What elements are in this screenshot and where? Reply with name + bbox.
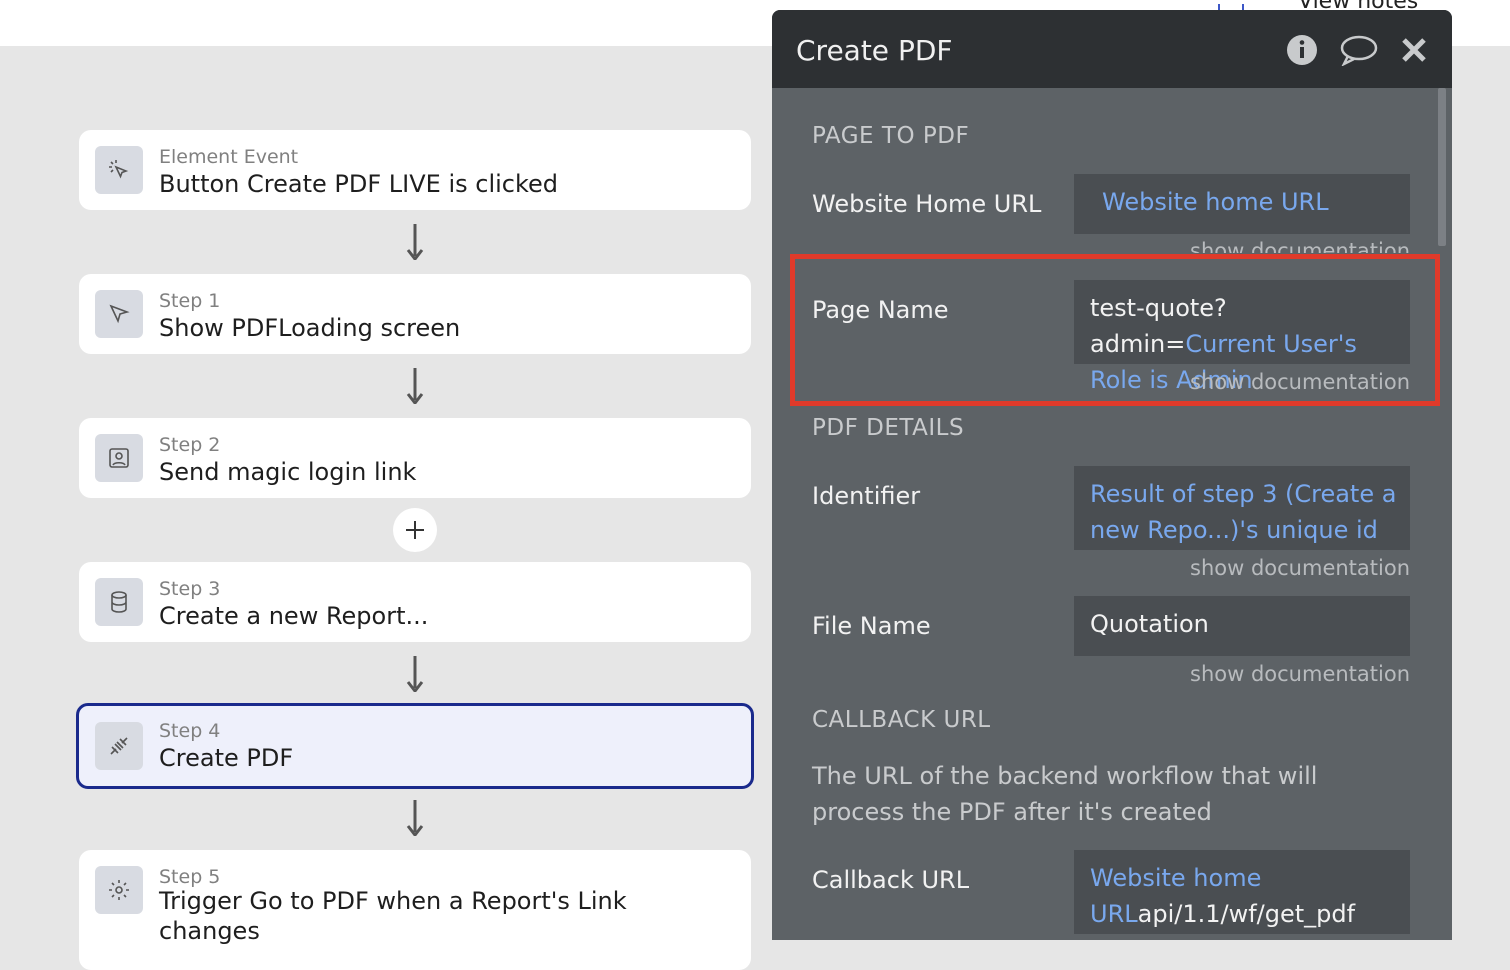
comment-icon[interactable] [1340, 34, 1378, 66]
step-title: Trigger Go to PDF when a Report's Link c… [159, 887, 627, 945]
down-arrow-icon [406, 656, 424, 692]
website-home-url-label: Website Home URL [812, 190, 1042, 218]
create-pdf-panel: Create PDF PAGE TO PDF Website Home URL … [772, 10, 1452, 940]
identifier-label: Identifier [812, 482, 921, 510]
event-title: Button Create PDF LIVE is clicked [159, 170, 559, 198]
step-title: Send magic login link [159, 458, 417, 486]
add-step-button[interactable] [393, 508, 437, 552]
step-card-3[interactable]: Step 3 Create a new Report... [79, 562, 751, 642]
plug-icon [95, 722, 143, 770]
database-icon [95, 578, 143, 626]
callback-static-text: api/1.1/wf/get_pdf [1137, 900, 1356, 928]
file-name-field[interactable]: Quotation [1074, 596, 1410, 656]
callback-description: The URL of the backend workflow that wil… [812, 762, 1318, 826]
step-card-4[interactable]: Step 4 Create PDF [76, 703, 754, 789]
plus-icon [406, 521, 424, 539]
step-card-2[interactable]: Step 2 Send magic login link [79, 418, 751, 498]
website-home-url-field[interactable]: Website home URL [1074, 174, 1410, 234]
show-documentation-link[interactable]: show documentation [1074, 556, 1410, 580]
down-arrow-icon [406, 800, 424, 836]
callback-url-label: Callback URL [812, 866, 970, 894]
identifier-field[interactable]: Result of step 3 (Create a new Repo...)'… [1074, 466, 1410, 550]
pointer-icon [95, 290, 143, 338]
step-label: Step 2 [159, 434, 221, 456]
gear-icon [95, 866, 143, 914]
section-pdf-details: PDF DETAILS [812, 415, 965, 441]
step-card-5[interactable]: Step 5 Trigger Go to PDF when a Report's… [79, 850, 751, 970]
user-card-icon [95, 434, 143, 482]
step-label: Step 4 [159, 720, 221, 742]
dynamic-expression[interactable]: Website home URL [1102, 188, 1329, 216]
cursor-click-icon [95, 146, 143, 194]
step-label: Step 3 [159, 578, 221, 600]
event-card[interactable]: Element Event Button Create PDF LIVE is … [79, 130, 751, 210]
step-title: Create PDF [159, 744, 294, 772]
file-name-label: File Name [812, 612, 931, 640]
panel-title: Create PDF [796, 34, 953, 67]
section-callback-url: CALLBACK URL [812, 707, 991, 733]
section-page-to-pdf: PAGE TO PDF [812, 123, 970, 149]
panel-scrollbar[interactable] [1438, 88, 1446, 246]
step-title: Show PDFLoading screen [159, 314, 461, 342]
step-title: Create a new Report... [159, 602, 429, 630]
step-label: Step 5 [159, 866, 221, 888]
file-name-value: Quotation [1090, 610, 1209, 638]
info-icon[interactable] [1286, 34, 1318, 66]
down-arrow-icon [406, 224, 424, 260]
down-arrow-icon [406, 368, 424, 404]
step-label: Step 1 [159, 290, 221, 312]
show-documentation-link[interactable]: show documentation [1074, 239, 1410, 253]
callback-url-field[interactable]: Website home URLapi/1.1/wf/get_pdf [1074, 850, 1410, 934]
show-documentation-link[interactable]: show documentation [1074, 662, 1410, 686]
highlight-box [790, 254, 1440, 406]
dynamic-expression[interactable]: Result of step 3 (Create a new Repo...)'… [1090, 480, 1396, 544]
step-card-1[interactable]: Step 1 Show PDFLoading screen [79, 274, 751, 354]
panel-header: Create PDF [772, 10, 1452, 88]
event-label: Element Event [159, 146, 299, 168]
close-icon[interactable] [1400, 36, 1428, 64]
